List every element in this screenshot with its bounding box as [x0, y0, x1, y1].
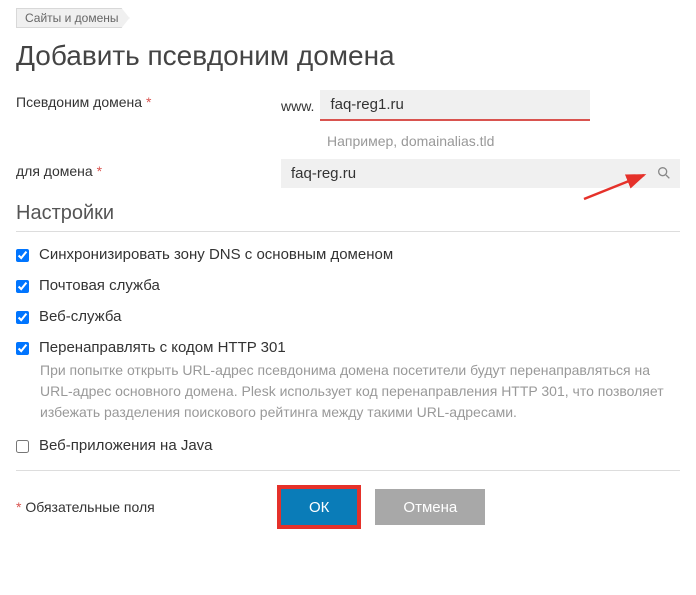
search-icon[interactable] — [654, 163, 674, 183]
settings-title: Настройки — [16, 202, 680, 232]
dns-sync-label: Синхронизировать зону DNS с основным дом… — [39, 246, 393, 263]
www-prefix: www. — [281, 98, 314, 114]
web-checkbox[interactable] — [16, 311, 29, 324]
cancel-button[interactable]: Отмена — [375, 489, 485, 525]
alias-label: Псевдоним домена * — [16, 90, 281, 110]
ok-button[interactable]: ОК — [281, 489, 357, 525]
redirect-checkbox[interactable] — [16, 342, 29, 355]
mail-label: Почтовая служба — [39, 277, 160, 294]
required-note: * Обязательные поля — [16, 499, 281, 515]
web-label: Веб-служба — [39, 308, 121, 325]
page-title: Добавить псевдоним домена — [16, 40, 680, 72]
for-domain-input[interactable] — [281, 159, 680, 188]
breadcrumb[interactable]: Сайты и домены — [16, 8, 130, 28]
redirect-desc: При попытке открыть URL-адрес псевдонима… — [40, 360, 680, 423]
java-label: Веб-приложения на Java — [39, 437, 213, 454]
alias-hint: Например, domainalias.tld — [327, 133, 494, 149]
dns-sync-checkbox[interactable] — [16, 249, 29, 262]
for-domain-label: для домена * — [16, 159, 281, 179]
java-checkbox[interactable] — [16, 440, 29, 453]
redirect-label: Перенаправлять с кодом HTTP 301 — [39, 339, 286, 356]
alias-input[interactable] — [320, 90, 590, 121]
mail-checkbox[interactable] — [16, 280, 29, 293]
